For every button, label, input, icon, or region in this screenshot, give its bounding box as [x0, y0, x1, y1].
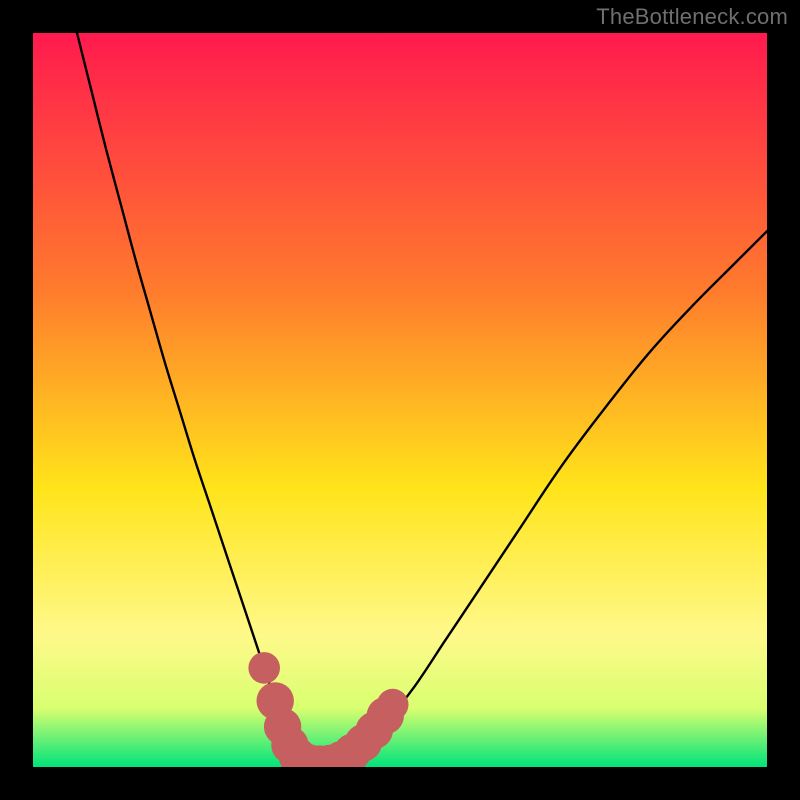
chart-frame: TheBottleneck.com [0, 0, 800, 800]
watermark-text: TheBottleneck.com [596, 4, 788, 30]
highlight-marker [377, 689, 409, 721]
gradient-background [33, 33, 767, 767]
bottleneck-plot [33, 33, 767, 767]
highlight-marker [248, 652, 280, 684]
plot-area [33, 33, 767, 767]
